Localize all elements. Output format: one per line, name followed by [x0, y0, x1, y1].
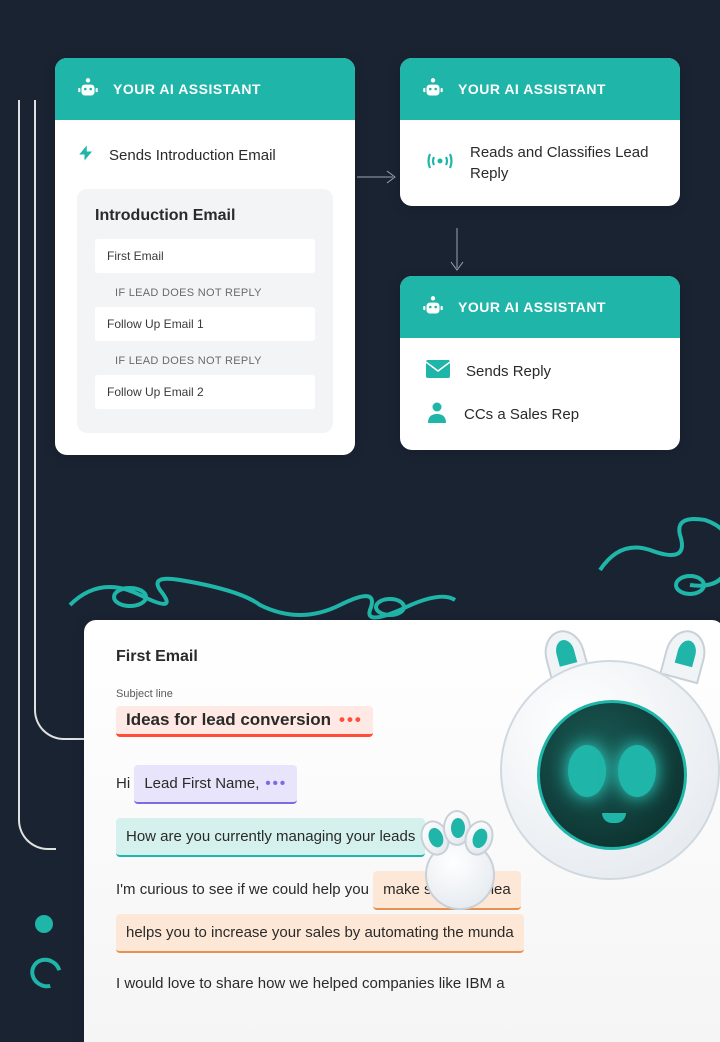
card-intro-email: YOUR AI ASSISTANT Sends Introduction Ema…: [55, 58, 355, 455]
robot-icon: [420, 76, 446, 102]
subject-line[interactable]: Ideas for lead conversion •••: [116, 706, 373, 737]
decorative-squiggle: [590, 490, 720, 610]
robot-mascot-illustration: [440, 620, 720, 1000]
card-header: YOUR AI ASSISTANT: [400, 276, 680, 338]
action-text: CCs a Sales Rep: [464, 404, 579, 425]
card-body: Sends Reply CCs a Sales Rep: [400, 338, 680, 450]
card-header-text: YOUR AI ASSISTANT: [458, 81, 606, 97]
card-body: Sends Introduction Email Introduction Em…: [55, 120, 355, 455]
email-sequence: Introduction Email First Email IF LEAD D…: [77, 189, 333, 433]
robot-icon: [75, 76, 101, 102]
sequence-title: Introduction Email: [95, 207, 315, 225]
merge-tag-question[interactable]: How are you currently managing your lead…: [116, 818, 425, 857]
sequence-item: Follow Up Email 1: [95, 307, 315, 341]
action-text: Sends Reply: [466, 361, 551, 382]
bolt-icon: [77, 142, 95, 169]
action-text: Reads and Classifies Lead Reply: [470, 142, 654, 184]
merge-tag-lead-name[interactable]: Lead First Name, •••: [134, 765, 297, 804]
card-header: YOUR AI ASSISTANT: [55, 58, 355, 120]
person-icon: [426, 401, 448, 428]
arrow-right-icon: [357, 168, 399, 191]
action-text: Sends Introduction Email: [109, 147, 276, 164]
card-header-text: YOUR AI ASSISTANT: [458, 299, 606, 315]
card-header: YOUR AI ASSISTANT: [400, 58, 680, 120]
more-icon[interactable]: •••: [339, 710, 363, 730]
greeting-prefix: Hi: [116, 775, 130, 792]
card-header-text: YOUR AI ASSISTANT: [113, 81, 261, 97]
decorative-dot: [35, 915, 53, 933]
card-sends-reply: YOUR AI ASSISTANT Sends Reply CCs a Sale…: [400, 276, 680, 450]
action-row: CCs a Sales Rep: [426, 401, 654, 428]
arrow-down-icon: [448, 228, 466, 279]
robot-icon: [420, 294, 446, 320]
broadcast-icon: [426, 150, 454, 177]
subject-text: Ideas for lead conversion: [126, 710, 331, 730]
sequence-item: First Email: [95, 239, 315, 273]
card-reads-classifies: YOUR AI ASSISTANT Reads and Classifies L…: [400, 58, 680, 206]
card-body: Reads and Classifies Lead Reply: [400, 120, 680, 206]
sequence-condition: IF LEAD DOES NOT REPLY: [95, 279, 315, 307]
body-text: I'm curious to see if we could help you: [116, 881, 369, 898]
action-row: Sends Introduction Email: [77, 142, 333, 169]
sequence-condition: IF LEAD DOES NOT REPLY: [95, 347, 315, 375]
sequence-item: Follow Up Email 2: [95, 375, 315, 409]
action-row: Sends Reply: [426, 360, 654, 383]
action-row: Reads and Classifies Lead Reply: [426, 142, 654, 184]
envelope-icon: [426, 360, 450, 383]
decorative-circle: [25, 952, 68, 994]
